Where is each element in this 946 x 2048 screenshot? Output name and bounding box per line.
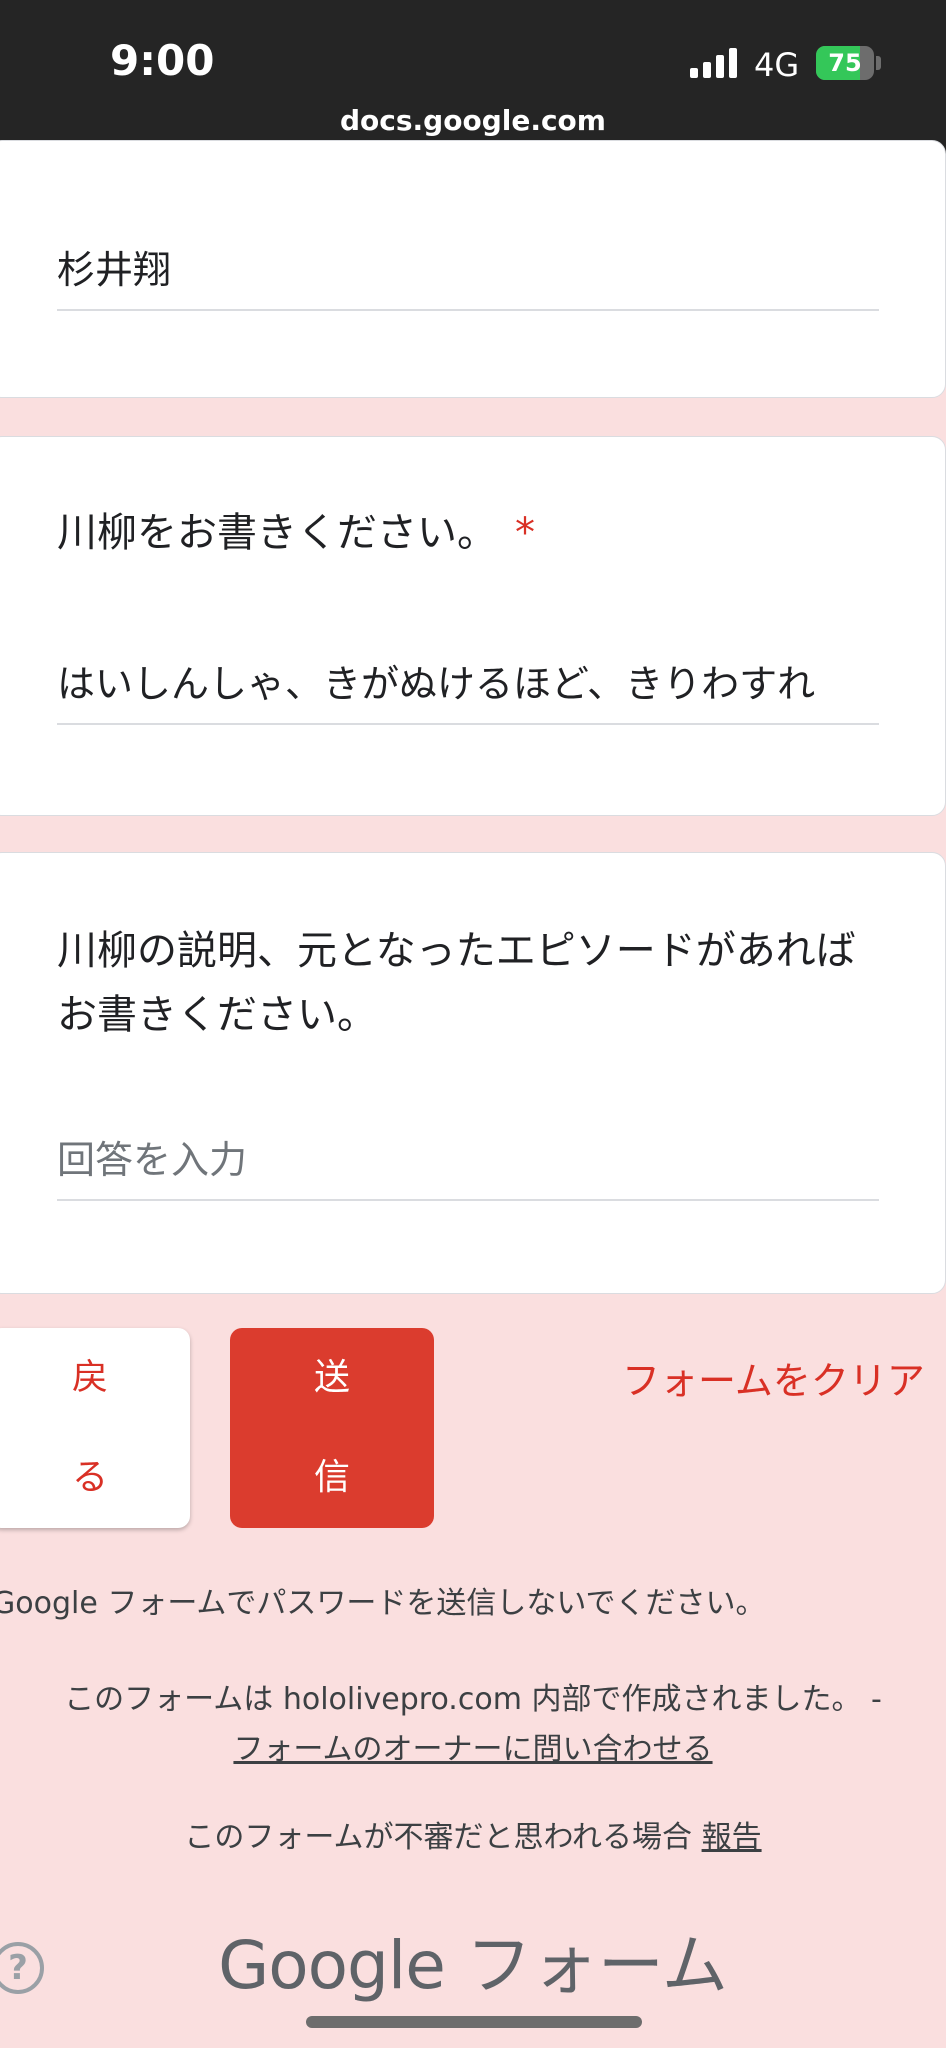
name-answer-field[interactable]: 杉井翔 [57, 243, 879, 311]
battery-percent: 75 [828, 49, 862, 77]
password-warning: Google フォームでパスワードを送信しないでください。 [0, 1586, 766, 1621]
senryu-answer-field[interactable]: はいしんしゃ、きがぬけるほど、きりわすれ [57, 657, 879, 725]
report-link[interactable]: 報告 [702, 1820, 762, 1855]
submit-button-label: 送信 [314, 1357, 351, 1498]
explanation-question-title: 川柳の説明、元となったエピソードがあればお書きください。 [57, 928, 856, 1038]
battery-icon: 75 [816, 46, 874, 80]
name-question-card: 杉井翔 [0, 140, 946, 398]
status-bar: 9:00 4G 75 docs.google.com [0, 0, 946, 160]
battery-cap [876, 56, 881, 70]
back-button[interactable]: 戻る [0, 1328, 190, 1528]
address-bar-url[interactable]: docs.google.com [0, 104, 946, 137]
suspicious-text: このフォームが不審だと思われる場合 [184, 1820, 693, 1855]
clock: 9:00 [110, 36, 215, 85]
contact-owner-link[interactable]: フォームのオーナーに問い合わせる [233, 1732, 712, 1767]
required-asterisk: * [515, 510, 535, 556]
form-origin-text: このフォームは hololivepro.com 内部で作成されました。 - [64, 1682, 882, 1717]
explanation-answer-field[interactable]: 回答を入力 [57, 1133, 879, 1201]
cellular-signal-icon [690, 48, 737, 78]
question-text: 川柳をお書きください。 [57, 510, 497, 556]
google-forms-logo[interactable]: Google フォーム [0, 1912, 946, 2008]
contact-owner-row: フォームのオーナーに問い合わせる [0, 1724, 946, 1768]
home-indicator [306, 2016, 642, 2028]
clear-form-link[interactable]: フォームをクリア [622, 1350, 925, 1405]
network-type: 4G [754, 46, 800, 84]
logo-google-text: Google [218, 1927, 446, 2004]
logo-forms-text: フォーム [465, 1927, 728, 2004]
senryu-question-title: 川柳をお書きください。 * [57, 501, 877, 565]
submit-button[interactable]: 送信 [230, 1328, 434, 1528]
senryu-question-card: 川柳をお書きください。 * はいしんしゃ、きがぬけるほど、きりわすれ [0, 436, 946, 816]
explanation-question-card: 川柳の説明、元となったエピソードがあればお書きください。 回答を入力 [0, 852, 946, 1294]
back-button-label: 戻る [72, 1357, 109, 1498]
report-row: このフォームが不審だと思われる場合 報告 [0, 1812, 946, 1856]
